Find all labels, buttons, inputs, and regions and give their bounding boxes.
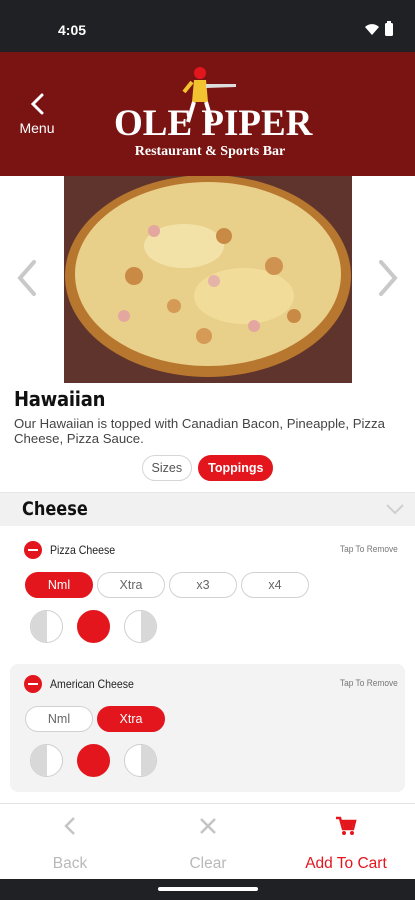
menu-back-button[interactable]: Menu	[14, 92, 60, 142]
whole-pizza-icon[interactable]	[77, 744, 110, 777]
amount-option[interactable]: x3	[169, 572, 237, 598]
clear-button[interactable]: Clear	[139, 804, 277, 880]
product-description: Our Hawaiian is topped with Canadian Bac…	[14, 416, 385, 446]
wifi-icon	[365, 24, 379, 35]
chevron-down-icon	[386, 504, 404, 515]
restaurant-logo: OLE PIPER Restaurant & Sports Bar	[110, 66, 313, 166]
tab-sizes[interactable]: Sizes	[141, 455, 193, 481]
status-icons	[365, 21, 393, 36]
whole-pizza-icon[interactable]	[77, 610, 110, 643]
placement-options	[30, 610, 157, 643]
product-name: Hawaiian	[14, 387, 106, 411]
right-half-icon[interactable]	[124, 610, 157, 643]
tap-to-remove-hint[interactable]: Tap To Remove	[340, 544, 398, 555]
right-half-icon[interactable]	[124, 744, 157, 777]
menu-label: Menu	[19, 120, 55, 136]
product-image	[64, 176, 352, 383]
gallery-next-button[interactable]	[375, 258, 401, 303]
left-half-icon[interactable]	[30, 610, 63, 643]
chevron-right-icon	[379, 260, 398, 296]
product-gallery	[0, 176, 415, 383]
section-header-cheese[interactable]: Cheese	[0, 492, 415, 526]
logo-title: OLE PIPER	[114, 103, 313, 144]
amount-option[interactable]: x4	[241, 572, 309, 598]
status-time: 4:05	[58, 22, 87, 38]
topping-card: American Cheese Tap To Remove Nml Xtra	[10, 664, 405, 792]
amount-options: Nml Xtra x3 x4	[25, 572, 309, 598]
home-indicator[interactable]	[158, 887, 258, 891]
gallery-prev-button[interactable]	[14, 258, 40, 303]
remove-topping-button[interactable]	[24, 675, 42, 693]
amount-options: Nml Xtra	[25, 706, 165, 732]
amount-option[interactable]: Xtra	[97, 706, 165, 732]
add-to-cart-label: Add To Cart	[305, 855, 387, 872]
placement-options	[30, 744, 157, 777]
battery-icon	[385, 21, 393, 36]
amount-option[interactable]: Xtra	[97, 572, 165, 598]
tab-toppings[interactable]: Toppings	[198, 455, 274, 481]
status-bar: 4:05	[0, 0, 415, 52]
amount-option[interactable]: Nml	[25, 706, 93, 732]
tap-to-remove-hint[interactable]: Tap To Remove	[340, 678, 398, 689]
clear-label: Clear	[189, 855, 227, 872]
remove-topping-button[interactable]	[24, 541, 42, 559]
logo-subtitle: Restaurant & Sports Bar	[134, 144, 286, 159]
add-to-cart-button[interactable]: Add To Cart	[277, 804, 415, 880]
chevron-left-icon	[30, 93, 44, 115]
topping-name: Pizza Cheese	[50, 543, 116, 557]
pizza-image	[64, 176, 352, 383]
left-half-icon[interactable]	[30, 744, 63, 777]
amount-option[interactable]: Nml	[25, 572, 93, 598]
option-tabs: Sizes Toppings	[0, 455, 415, 481]
close-icon	[200, 818, 216, 834]
system-nav-bar	[0, 879, 415, 900]
bottom-action-bar: Back Clear Add To Cart	[0, 803, 415, 879]
topping-card: Pizza Cheese Tap To Remove Nml Xtra x3 x…	[10, 530, 405, 658]
cart-icon	[336, 816, 357, 835]
chevron-left-icon	[17, 260, 36, 296]
back-button[interactable]: Back	[1, 804, 139, 880]
back-label: Back	[52, 855, 88, 872]
topping-name: American Cheese	[50, 677, 134, 691]
app-header: Menu OLE PIPER Restaurant & Sports Bar	[0, 52, 415, 176]
chevron-left-icon	[64, 817, 75, 835]
section-title: Cheese	[22, 498, 88, 520]
